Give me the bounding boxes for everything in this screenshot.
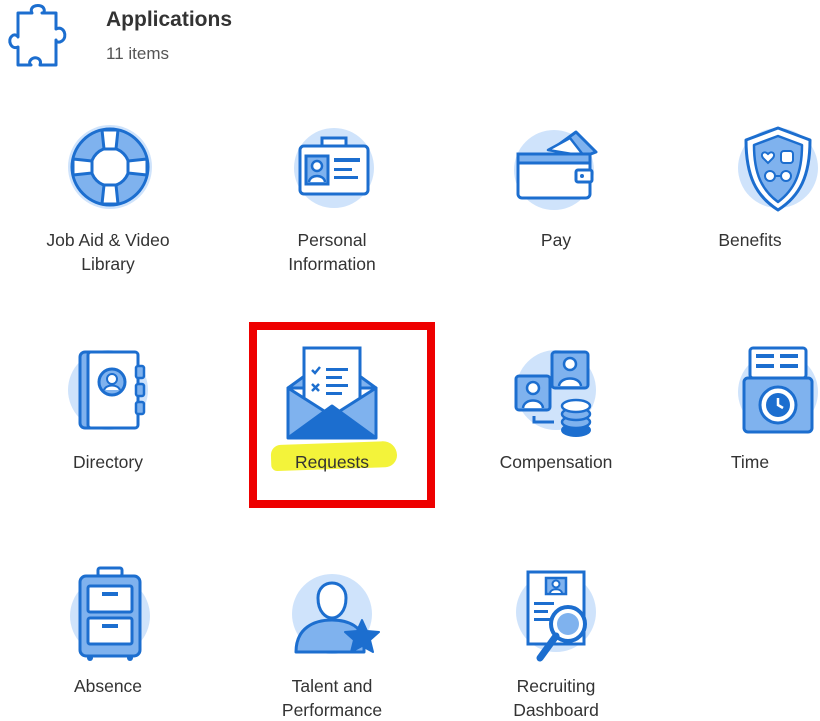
app-tile-recruiting-dashboard[interactable]: Recruiting Dashboard — [456, 560, 656, 720]
suitcase-icon — [66, 564, 154, 669]
app-tile-compensation[interactable]: Compensation — [456, 340, 656, 490]
app-tile-job-aid-video-library[interactable]: Job Aid & Video Library — [8, 120, 208, 280]
resume-magnifier-icon — [510, 566, 606, 671]
red-highlight-box — [249, 322, 435, 508]
lifebuoy-icon — [65, 122, 155, 217]
applications-page: Applications 11 items Job Aid & Video Li… — [0, 0, 820, 721]
people-coins-icon — [512, 346, 604, 445]
app-label: Personal Information — [288, 230, 376, 274]
app-label: Job Aid & Video Library — [46, 230, 170, 274]
app-label: Recruiting Dashboard — [513, 676, 599, 720]
page-title: Applications — [106, 8, 233, 31]
person-star-icon — [288, 568, 384, 665]
shield-icon — [734, 122, 820, 219]
app-tile-benefits[interactable]: Benefits — [680, 120, 820, 280]
puzzle-piece-icon — [6, 3, 70, 71]
app-label: Pay — [540, 230, 572, 250]
app-label: Talent and Performance — [281, 676, 383, 720]
app-tile-personal-information[interactable]: Personal Information — [232, 120, 432, 280]
app-tile-talent-and-performance[interactable]: Talent and Performance — [232, 560, 432, 720]
app-label: Directory — [72, 452, 143, 472]
app-tile-directory[interactable]: Directory — [8, 340, 208, 490]
id-card-icon — [288, 124, 380, 215]
app-label: Absence — [73, 676, 143, 696]
time-clock-icon — [736, 344, 820, 443]
app-tile-absence[interactable]: Absence — [8, 560, 208, 720]
app-label: Time — [730, 452, 770, 472]
app-tile-time[interactable]: Time — [680, 340, 820, 490]
wallet-icon — [510, 124, 602, 217]
address-book-icon — [66, 344, 154, 439]
app-label: Benefits — [718, 230, 782, 250]
item-count: 11 items — [106, 44, 169, 63]
app-tile-pay[interactable]: Pay — [456, 120, 656, 280]
app-label: Compensation — [499, 452, 613, 472]
